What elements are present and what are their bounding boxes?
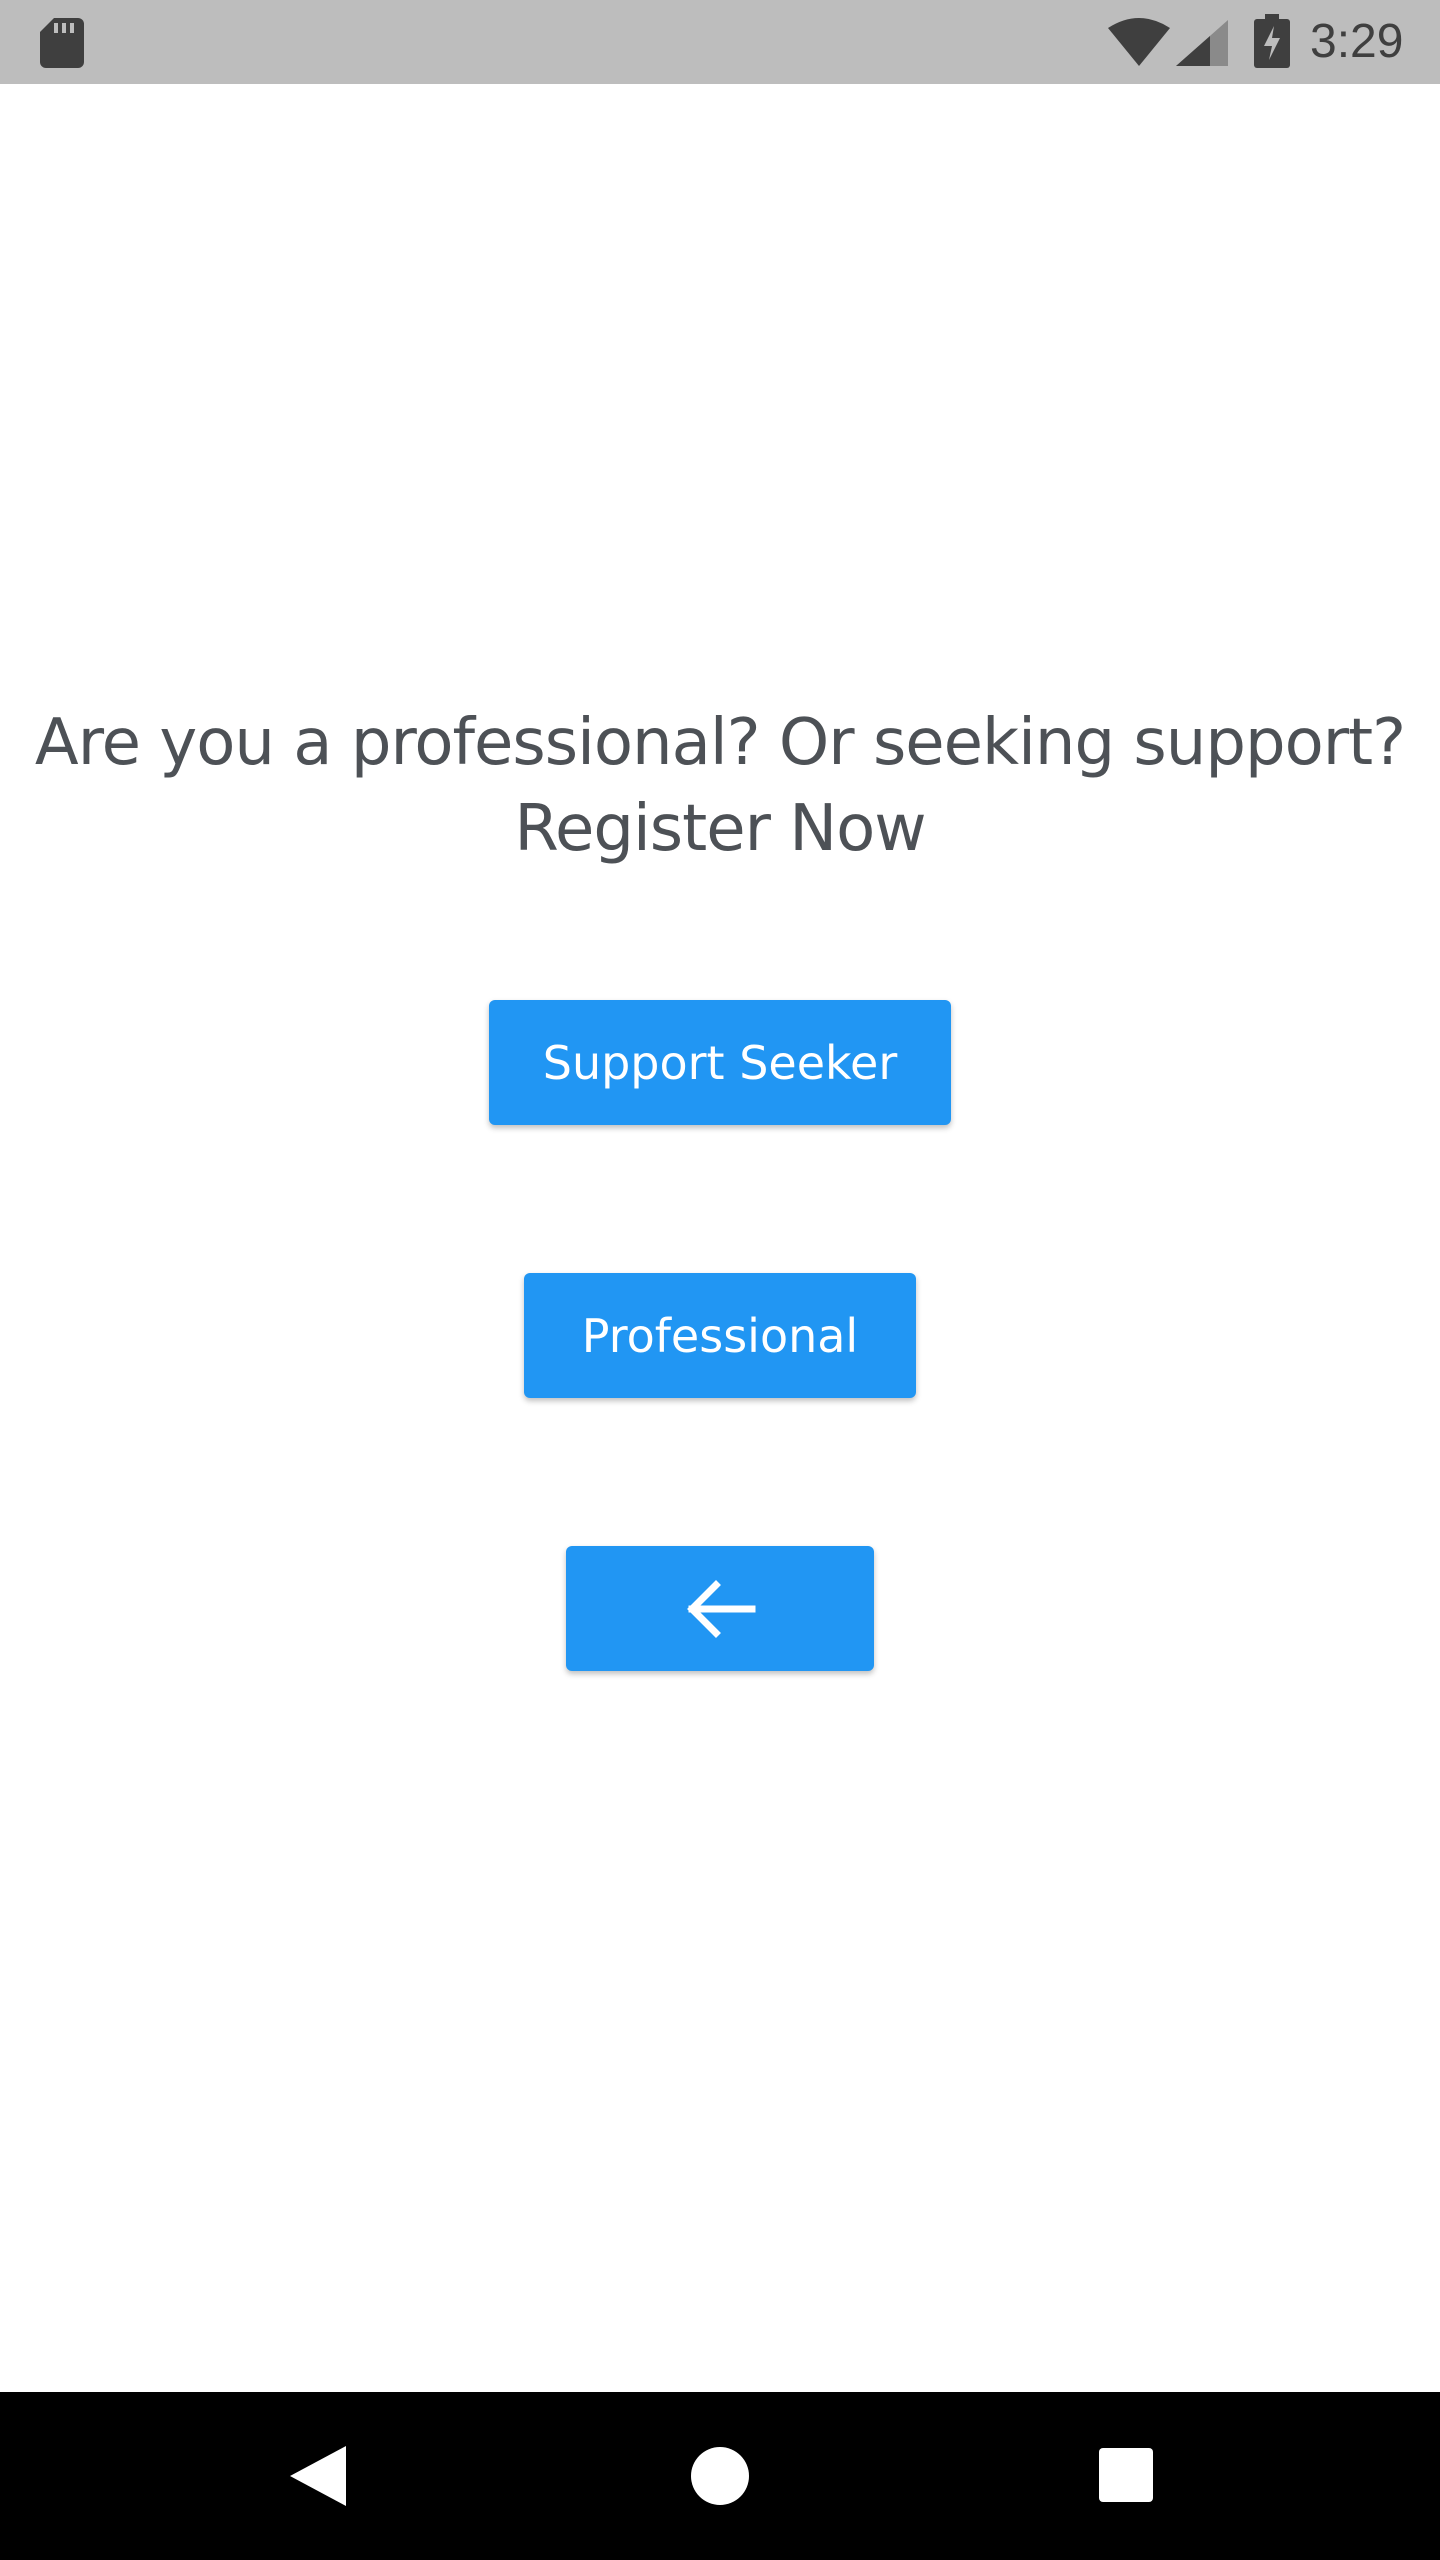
wifi-icon: [1108, 18, 1170, 66]
status-time: 3:29: [1310, 15, 1404, 68]
arrow-left-icon: [687, 1579, 756, 1638]
navigation-bar: [0, 2392, 1440, 2560]
status-bar: 3:29: [0, 0, 1440, 84]
prompt-question: Are you a professional? Or seeking suppo…: [34, 706, 1406, 780]
support-seeker-button[interactable]: Support Seeker: [489, 1000, 951, 1125]
home-circle-icon[interactable]: [690, 2446, 750, 2506]
back-triangle-icon[interactable]: [290, 2446, 346, 2506]
recents-square-icon[interactable]: [1099, 2448, 1153, 2502]
sd-card-icon: [40, 18, 84, 68]
prompt-register-now: Register Now: [514, 792, 926, 866]
battery-charging-icon: [1254, 14, 1290, 68]
register-prompt: Are you a professional? Or seeking suppo…: [0, 700, 1440, 872]
back-button[interactable]: [566, 1546, 874, 1671]
signal-icon: [1176, 20, 1228, 66]
professional-button[interactable]: Professional: [524, 1273, 916, 1398]
